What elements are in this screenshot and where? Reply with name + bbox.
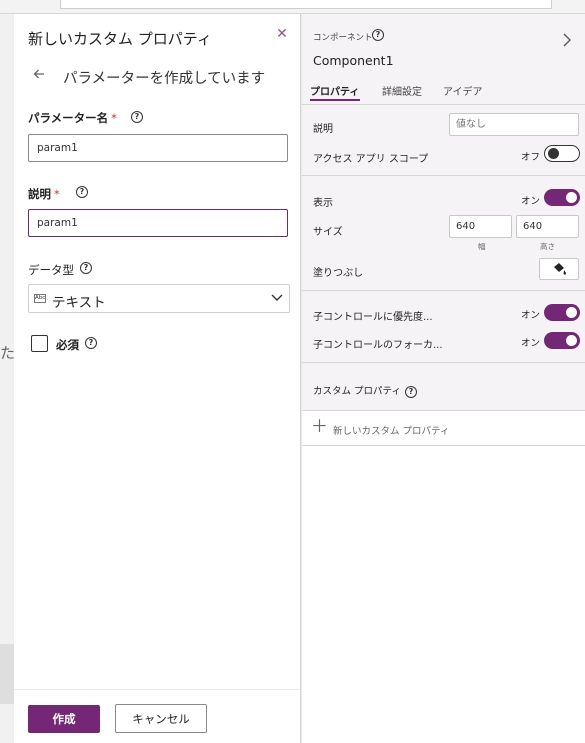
description-label-text: 説明 bbox=[28, 187, 51, 201]
new-custom-property-label: 新しいカスタム プロパティ bbox=[333, 426, 450, 437]
required-mark: * bbox=[54, 187, 60, 201]
size-width-caption: 幅 bbox=[478, 242, 486, 251]
tab-advanced[interactable]: 詳細設定 bbox=[382, 83, 422, 98]
visible-label: 表示 bbox=[313, 198, 333, 209]
custom-properties-heading: カスタム プロパティ ? bbox=[313, 383, 417, 398]
required-checkbox-label: 必須 bbox=[56, 338, 79, 352]
divider bbox=[302, 104, 585, 105]
dialog-subtitle: パラメーターを作成しています bbox=[63, 71, 266, 87]
data-type-select[interactable]: Abc テキスト bbox=[28, 284, 290, 313]
canvas-left-strip bbox=[0, 14, 14, 743]
new-custom-property-dialog: 新しいカスタム プロパティ ✕ パラメーターを作成しています パラメーター名 * … bbox=[14, 14, 301, 743]
back-arrow-icon[interactable] bbox=[32, 66, 52, 86]
divider bbox=[302, 175, 585, 176]
visible-toggle[interactable] bbox=[544, 189, 580, 206]
help-icon[interactable]: ? bbox=[372, 29, 384, 41]
child-priority-state: オン bbox=[521, 310, 541, 321]
component-caption: コンポーネント bbox=[313, 33, 373, 43]
canvas-band bbox=[0, 644, 14, 704]
access-app-scope-toggle[interactable] bbox=[544, 145, 580, 162]
access-app-scope-label: アクセス アプリ スコープ bbox=[313, 154, 429, 165]
text-type-icon: Abc bbox=[34, 294, 46, 303]
param-name-label-text: パラメーター名 bbox=[28, 111, 109, 125]
cancel-button[interactable]: キャンセル bbox=[115, 704, 207, 733]
param-name-input[interactable] bbox=[28, 134, 288, 162]
create-button[interactable]: 作成 bbox=[28, 705, 100, 733]
fill-color-picker[interactable] bbox=[539, 258, 579, 280]
paint-bucket-icon bbox=[554, 263, 566, 275]
access-app-scope-state: オフ bbox=[521, 152, 541, 163]
prop-description-input[interactable] bbox=[449, 113, 579, 136]
toggle-knob bbox=[548, 148, 559, 159]
required-mark: * bbox=[111, 111, 117, 125]
app-top-bar bbox=[0, 0, 585, 14]
new-custom-property-button[interactable]: ＋ 新しいカスタム プロパティ bbox=[302, 410, 585, 446]
custom-properties-heading-text: カスタム プロパティ bbox=[313, 386, 401, 397]
properties-header: コンポーネント ? Component1 プロパティ 詳細設定 アイデア bbox=[302, 14, 585, 104]
canvas-partial-text: た( bbox=[0, 344, 14, 362]
toggle-knob bbox=[566, 335, 577, 346]
param-name-label: パラメーター名 * bbox=[28, 110, 117, 126]
data-type-selected-value: テキスト bbox=[52, 295, 106, 311]
dialog-footer: 作成 キャンセル bbox=[14, 689, 300, 743]
help-icon[interactable]: ? bbox=[85, 337, 97, 349]
child-priority-toggle[interactable] bbox=[544, 304, 580, 321]
child-focus-toggle[interactable] bbox=[544, 332, 580, 349]
chevron-right-icon[interactable] bbox=[560, 32, 574, 48]
size-height-caption: 高さ bbox=[540, 242, 555, 251]
visible-state: オン bbox=[521, 196, 541, 207]
properties-panel: コンポーネント ? Component1 プロパティ 詳細設定 アイデア 説明 … bbox=[302, 14, 585, 743]
help-icon[interactable]: ? bbox=[404, 386, 417, 398]
description-input[interactable] bbox=[28, 209, 288, 237]
data-type-label: データ型 bbox=[28, 263, 74, 277]
toggle-knob bbox=[566, 307, 577, 318]
fill-label: 塗りつぶし bbox=[313, 268, 364, 279]
help-icon[interactable]: ? bbox=[131, 111, 143, 123]
chevron-down-icon bbox=[271, 294, 283, 301]
child-priority-label: 子コントロールに優先度... bbox=[313, 312, 433, 323]
tab-ideas[interactable]: アイデア bbox=[443, 83, 483, 98]
active-tab-indicator bbox=[310, 99, 360, 101]
close-icon[interactable]: ✕ bbox=[272, 24, 292, 44]
formula-bar[interactable] bbox=[60, 0, 552, 9]
required-checkbox[interactable] bbox=[31, 335, 48, 352]
toggle-knob bbox=[566, 192, 577, 203]
help-icon[interactable]: ? bbox=[80, 262, 92, 274]
size-width-input[interactable] bbox=[449, 215, 512, 238]
component-name: Component1 bbox=[313, 53, 394, 68]
description-label: 説明 * bbox=[28, 186, 60, 202]
size-label: サイズ bbox=[313, 227, 343, 238]
custom-properties-list bbox=[302, 446, 585, 743]
divider bbox=[302, 362, 585, 363]
prop-description-label: 説明 bbox=[313, 124, 333, 135]
properties-tabs: プロパティ 詳細設定 アイデア bbox=[302, 80, 585, 102]
child-focus-label: 子コントロールのフォーカ... bbox=[313, 340, 443, 351]
tab-properties[interactable]: プロパティ bbox=[310, 83, 359, 98]
child-focus-state: オン bbox=[521, 338, 541, 349]
size-height-input[interactable] bbox=[516, 215, 579, 238]
help-icon[interactable]: ? bbox=[76, 186, 88, 198]
divider bbox=[302, 290, 585, 291]
plus-icon: ＋ bbox=[311, 417, 328, 437]
dialog-title: 新しいカスタム プロパティ bbox=[28, 30, 212, 48]
